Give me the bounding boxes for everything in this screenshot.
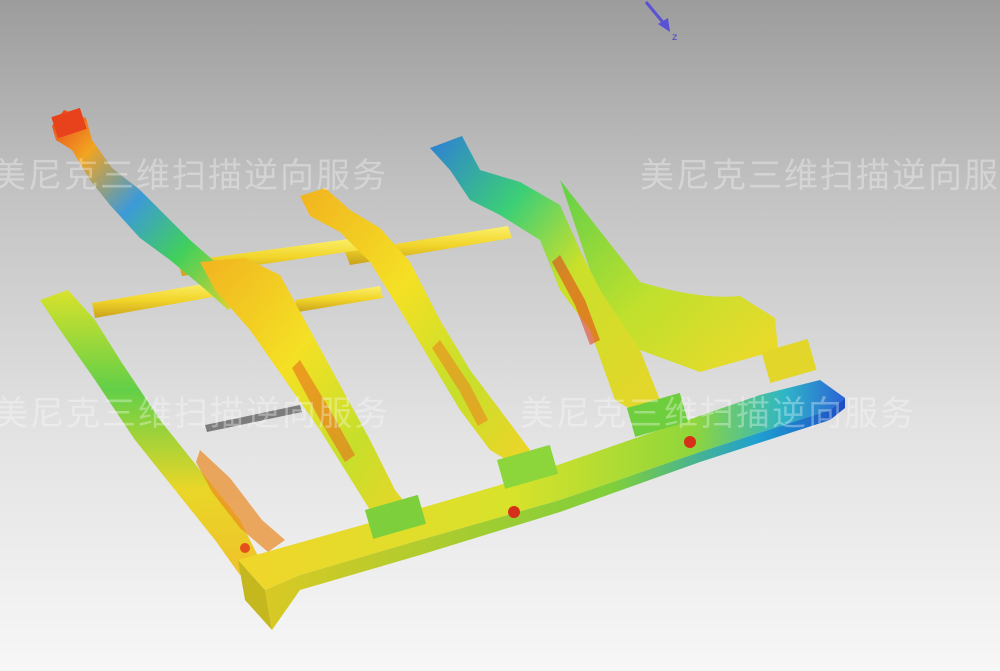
axis-z-label: z <box>672 32 678 43</box>
deviation-hotspot-1[interactable] <box>508 506 520 518</box>
deviation-hotspot-3[interactable] <box>240 543 250 553</box>
3d-viewport[interactable]: z 美尼克三维扫描逆向服务 美尼克三维扫描逆向服务 美尼克三维扫描逆向服务 美尼… <box>0 0 1000 671</box>
left-rail[interactable] <box>40 290 260 575</box>
deviation-hotspot-2[interactable] <box>684 436 696 448</box>
rod-front-segment[interactable] <box>295 286 383 312</box>
rod-left[interactable] <box>92 282 218 318</box>
rod-steel[interactable] <box>205 405 302 432</box>
scan-model[interactable] <box>0 0 1000 671</box>
